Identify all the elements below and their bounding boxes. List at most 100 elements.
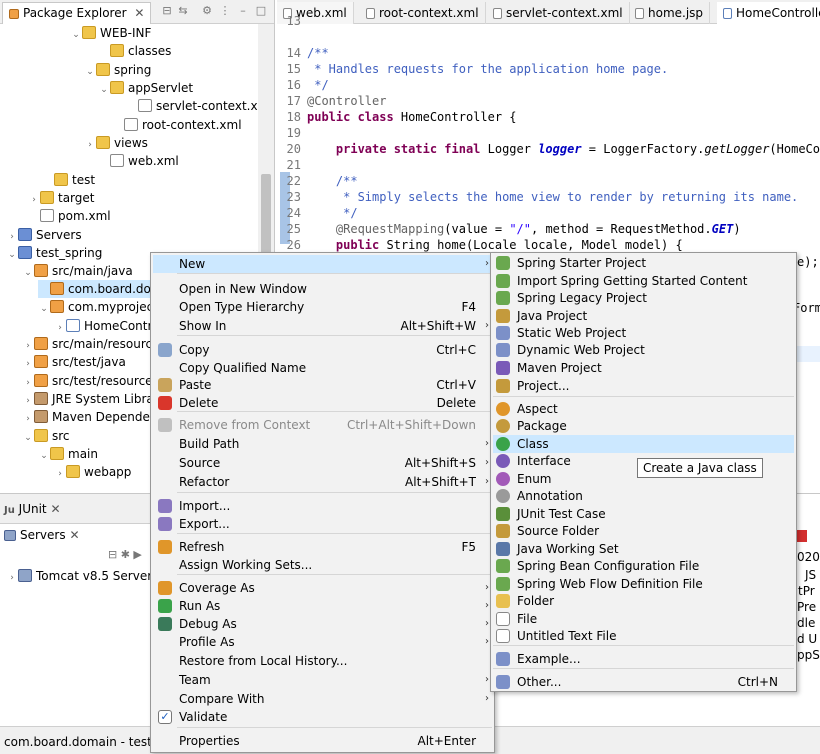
expand-toggle-icon[interactable]: ⌄ bbox=[38, 447, 50, 465]
tree-item-src-main-java[interactable]: ⌄ src/main/java bbox=[22, 262, 133, 280]
new-item-maven-project[interactable]: Maven Project bbox=[493, 359, 794, 377]
menu-item-show-in[interactable]: Show In Alt+Shift+W › bbox=[153, 317, 492, 335]
code-line[interactable]: 16 */ bbox=[277, 77, 329, 93]
code-line[interactable]: 25 @RequestMapping(value = "/", method =… bbox=[277, 221, 741, 237]
expand-toggle-icon[interactable]: › bbox=[54, 465, 66, 483]
new-item-annotation[interactable]: Annotation bbox=[493, 487, 794, 505]
tree-item-root-context-xml[interactable]: root-context.xml bbox=[112, 116, 242, 134]
editor-tab-home-controller[interactable]: HomeController bbox=[717, 2, 820, 24]
scrollbar-thumb[interactable] bbox=[261, 174, 271, 254]
expand-icon[interactable]: › bbox=[6, 569, 18, 587]
minimize-icon[interactable]: – bbox=[236, 4, 250, 18]
tree-item-classes[interactable]: classes bbox=[98, 42, 171, 60]
server-toolbar-icons[interactable]: ⊟ ✱ ▶ bbox=[108, 548, 142, 561]
new-item-spring-legacy-project[interactable]: Spring Legacy Project bbox=[493, 289, 794, 307]
menu-item-copy[interactable]: Copy Ctrl+C bbox=[153, 341, 492, 359]
tree-item-views[interactable]: › views bbox=[84, 134, 148, 152]
filter-icon[interactable]: ⚙ bbox=[200, 4, 214, 18]
tree-item-main[interactable]: ⌄ main bbox=[38, 445, 98, 463]
menu-item-compare-with[interactable]: Compare With › bbox=[153, 690, 492, 708]
menu-item-assign-working-sets[interactable]: Assign Working Sets... bbox=[153, 556, 492, 574]
expand-toggle-icon[interactable]: ⌄ bbox=[22, 429, 34, 447]
link-editor-icon[interactable]: ⇆ bbox=[176, 4, 190, 18]
code-line[interactable]: 22 /** bbox=[277, 173, 358, 189]
tree-item-test[interactable]: test bbox=[42, 171, 95, 189]
new-item-class[interactable]: Class bbox=[493, 435, 794, 453]
package-explorer-tab[interactable]: Package Explorer ✕ bbox=[2, 2, 152, 24]
code-line[interactable]: 18 public class HomeController { bbox=[277, 109, 517, 125]
menu-item-source[interactable]: Source Alt+Shift+S › bbox=[153, 454, 492, 472]
new-item-spring-starter-project[interactable]: Spring Starter Project bbox=[493, 254, 794, 272]
close-icon[interactable]: ✕ bbox=[50, 502, 60, 516]
tab-servers[interactable]: Servers ✕ bbox=[4, 528, 80, 542]
expand-toggle-icon[interactable]: ⌄ bbox=[22, 264, 34, 282]
menu-item-validate[interactable]: ✓ Validate bbox=[153, 708, 492, 726]
tree-item-appservlet[interactable]: ⌄ appServlet bbox=[98, 79, 193, 97]
tree-item-web-xml[interactable]: web.xml bbox=[98, 152, 179, 170]
menu-item-team[interactable]: Team › bbox=[153, 671, 492, 689]
new-item-source-folder[interactable]: Source Folder bbox=[493, 522, 794, 540]
menu-item-new[interactable]: New › bbox=[153, 255, 492, 273]
new-item-aspect[interactable]: Aspect bbox=[493, 400, 794, 418]
tree-item-com-myproject[interactable]: ⌄ com.myproject. bbox=[38, 298, 162, 316]
collapse-all-icon[interactable]: ⊟ bbox=[160, 4, 174, 18]
new-item-example[interactable]: Example... bbox=[493, 650, 794, 668]
tree-item-maven-dependen[interactable]: › Maven Dependen bbox=[22, 408, 157, 426]
new-item-other[interactable]: Other... Ctrl+N bbox=[493, 673, 794, 691]
code-line[interactable]: 21 bbox=[277, 157, 307, 173]
menu-item-copy-qualified-name[interactable]: Copy Qualified Name bbox=[153, 359, 492, 377]
tree-item-src-test-resources[interactable]: › src/test/resources bbox=[22, 372, 159, 390]
expand-toggle-icon[interactable]: ⌄ bbox=[6, 246, 18, 264]
code-line[interactable]: 26 public String home(Locale locale, Mod… bbox=[277, 237, 683, 253]
menu-item-remove-from-context[interactable]: Remove from Context Ctrl+Alt+Shift+Down bbox=[153, 416, 492, 434]
expand-toggle-icon[interactable]: › bbox=[22, 410, 34, 428]
code-line[interactable]: 24 */ bbox=[277, 205, 358, 221]
expand-toggle-icon[interactable]: ⌄ bbox=[84, 63, 96, 81]
new-item-package[interactable]: Package bbox=[493, 417, 794, 435]
new-item-java-working-set[interactable]: Java Working Set bbox=[493, 540, 794, 558]
menu-item-open-type-hierarchy[interactable]: Open Type Hierarchy F4 bbox=[153, 298, 492, 316]
code-line[interactable]: 15 * Handles requests for the applicatio… bbox=[277, 61, 669, 77]
editor-tab-servlet-context[interactable]: servlet-context.xml bbox=[487, 2, 630, 24]
menu-item-coverage-as[interactable]: Coverage As › bbox=[153, 579, 492, 597]
menu-item-refresh[interactable]: Refresh F5 bbox=[153, 538, 492, 556]
code-line[interactable]: 14 /** bbox=[277, 45, 329, 61]
expand-toggle-icon[interactable]: › bbox=[84, 136, 96, 154]
code-line[interactable]: 13 bbox=[277, 13, 307, 29]
menu-item-open-in-new-window[interactable]: Open in New Window bbox=[153, 280, 492, 298]
tree-item-jre-system-library[interactable]: › JRE System Library bbox=[22, 390, 166, 408]
code-line[interactable]: 19 bbox=[277, 125, 307, 141]
new-item-junit-test-case[interactable]: JUnit Test Case bbox=[493, 505, 794, 523]
menu-item-properties[interactable]: Properties Alt+Enter bbox=[153, 732, 492, 750]
tree-item-pom-xml[interactable]: pom.xml bbox=[28, 207, 111, 225]
expand-toggle-icon[interactable]: ⌄ bbox=[98, 81, 110, 99]
new-item-static-web-project[interactable]: Static Web Project bbox=[493, 324, 794, 342]
new-item-spring-web-flow-definition-file[interactable]: Spring Web Flow Definition File bbox=[493, 575, 794, 593]
menu-item-build-path[interactable]: Build Path › bbox=[153, 435, 492, 453]
code-line[interactable]: 17 @Controller bbox=[277, 93, 387, 109]
new-item-untitled-text-file[interactable]: Untitled Text File bbox=[493, 627, 794, 645]
menu-item-restore-from-local-history[interactable]: Restore from Local History... bbox=[153, 652, 492, 670]
menu-item-delete[interactable]: Delete Delete bbox=[153, 394, 492, 412]
tree-item-src-test-java[interactable]: › src/test/java bbox=[22, 353, 126, 371]
tree-item-servers[interactable]: › Servers bbox=[6, 226, 82, 244]
menu-item-import[interactable]: Import... bbox=[153, 497, 492, 515]
view-menu-icon[interactable]: ⋮ bbox=[218, 4, 232, 18]
new-item-file[interactable]: File bbox=[493, 610, 794, 628]
tree-item-spring[interactable]: ⌄ spring bbox=[84, 61, 151, 79]
tab-junit[interactable]: Ju JUnit ✕ bbox=[4, 502, 61, 516]
tree-item-target[interactable]: › target bbox=[28, 189, 95, 207]
server-item[interactable]: › Tomcat v8.5 Server at bbox=[6, 567, 168, 585]
editor-tab-home-jsp[interactable]: home.jsp bbox=[629, 2, 711, 24]
tree-item-webapp[interactable]: › webapp bbox=[54, 463, 131, 481]
tree-item-homecontro[interactable]: › HomeContro bbox=[54, 317, 159, 335]
maximize-icon[interactable]: □ bbox=[254, 4, 268, 18]
tree-item-src[interactable]: ⌄ src bbox=[22, 427, 70, 445]
menu-item-run-as[interactable]: Run As › bbox=[153, 597, 492, 615]
close-icon[interactable]: ✕ bbox=[69, 528, 79, 542]
tree-item-test-spring[interactable]: ⌄ test_spring bbox=[6, 244, 102, 262]
new-item-import-spring-getting-started-content[interactable]: Import Spring Getting Started Content bbox=[493, 272, 794, 290]
expand-toggle-icon[interactable]: ⌄ bbox=[38, 300, 50, 318]
menu-item-export[interactable]: Export... bbox=[153, 515, 492, 533]
tree-item-servlet-context-xml[interactable]: servlet-context.xml bbox=[126, 97, 273, 115]
